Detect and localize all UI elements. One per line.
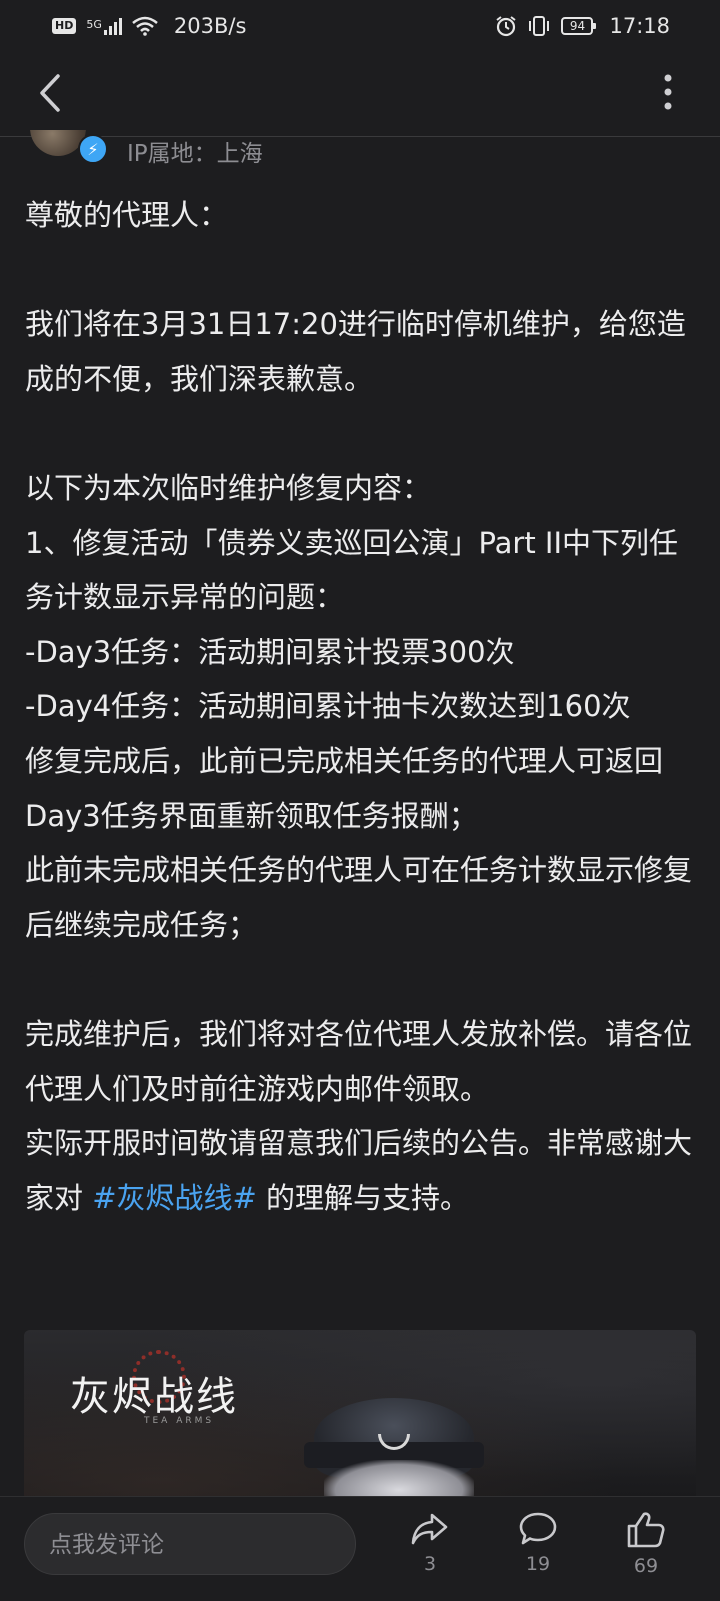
game-logo-subtitle: TEA ARMS	[144, 1416, 215, 1426]
status-bar-left: HD 5G 203B/s	[52, 14, 246, 38]
more-vertical-icon	[664, 74, 672, 110]
nav-bar	[0, 52, 720, 137]
hashtag-link[interactable]: #灰烬战线#	[92, 1181, 257, 1215]
alarm-icon	[496, 16, 517, 37]
signal-icon	[103, 17, 122, 35]
author-row: ⚡ IP属地：上海	[0, 130, 720, 168]
post-paragraph: 修复完成后，此前已完成相关任务的代理人可返回Day3任务界面重新领取任务报酬；	[25, 743, 664, 833]
share-count: 3	[423, 1553, 437, 1575]
post-paragraph: 尊敬的代理人：	[25, 198, 229, 232]
verified-icon: ⚡	[78, 134, 108, 164]
comment-button[interactable]: 19	[503, 1511, 573, 1575]
post-paragraph-final: 实际开服时间敬请留意我们后续的公告。非常感谢大家对 #灰烬战线# 的理解与支持。	[25, 1116, 695, 1225]
share-icon	[411, 1513, 448, 1545]
vibrate-icon	[529, 16, 550, 36]
comment-count: 19	[525, 1553, 551, 1575]
post-paragraph: 我们将在3月31日17:20进行临时停机维护，给您造成的不便，我们深表歉意。	[25, 307, 686, 396]
battery-level: 94	[569, 19, 586, 33]
status-bar-right: 94 17:18	[495, 14, 670, 38]
back-button[interactable]	[30, 68, 70, 118]
post-paragraph: 此前未完成相关任务的代理人可在任务计数显示修复后继续完成任务；	[25, 853, 693, 942]
like-icon	[627, 1512, 665, 1548]
post-paragraph: -Day4任务：活动期间累计抽卡次数达到160次	[25, 689, 631, 724]
character-illustration	[324, 1460, 474, 1500]
network-type: 5G	[86, 18, 102, 31]
like-count: 69	[633, 1555, 659, 1577]
battery-icon: 94	[561, 17, 597, 35]
post-image[interactable]: 灰烬战线 TEA ARMS	[24, 1330, 696, 1500]
hd-indicator: HD	[52, 18, 77, 34]
clock: 17:18	[609, 14, 670, 38]
like-button[interactable]: 69	[611, 1511, 681, 1577]
status-bar: HD 5G 203B/s 94 17:18	[0, 0, 720, 52]
post-paragraph: 以下为本次临时维护修复内容：	[25, 470, 432, 505]
post-paragraph: 1、修复活动「债券义卖巡回公演」Part II中下列任务计数显示异常的问题：	[25, 525, 679, 615]
post-paragraph: 完成维护后，我们将对各位代理人发放补偿。请各位代理人们及时前往游戏内邮件领取。	[25, 1016, 693, 1106]
share-button[interactable]: 3	[395, 1511, 465, 1575]
back-arrow-icon	[40, 74, 60, 112]
network-speed: 203B/s	[173, 14, 247, 38]
bottom-action-bar: 点我发评论 3 19 69	[0, 1496, 720, 1601]
comment-icon	[519, 1512, 557, 1545]
more-options-button[interactable]	[656, 72, 680, 116]
game-logo: 灰烬战线	[70, 1374, 238, 1420]
post-content: 尊敬的代理人： 我们将在3月31日17:20进行临时停机维护，给您造成的不便，我…	[25, 188, 695, 1225]
post-text: 的理解与支持。	[256, 1180, 470, 1215]
wifi-icon	[132, 16, 158, 36]
post-paragraph: -Day3任务：活动期间累计投票300次	[25, 634, 515, 669]
ip-location: IP属地：上海	[127, 141, 263, 167]
comment-input[interactable]: 点我发评论	[24, 1513, 356, 1575]
